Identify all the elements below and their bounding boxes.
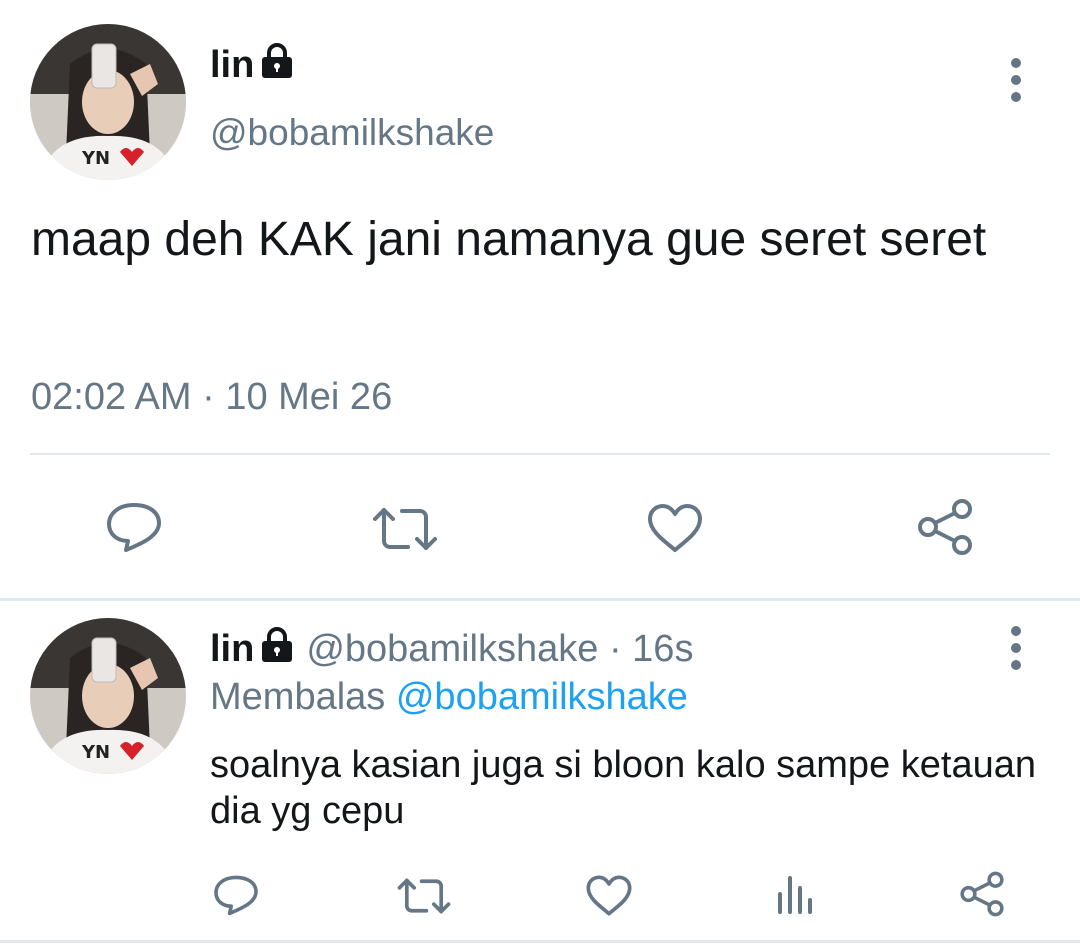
tweet-timestamp[interactable]: 02:02 AM · 10 Mei 26 bbox=[31, 376, 392, 419]
heart-icon bbox=[648, 504, 702, 552]
heart-icon bbox=[586, 875, 632, 916]
analytics-button[interactable] bbox=[776, 874, 816, 916]
reply-button[interactable] bbox=[104, 499, 164, 555]
replying-to-mention[interactable]: @bobamilkshake bbox=[396, 676, 688, 718]
tweet-text: maap deh KAK jani namanya gue seret sere… bbox=[31, 213, 987, 266]
reply-bubble-icon bbox=[214, 875, 258, 916]
divider bbox=[30, 453, 1050, 455]
bar-chart-icon bbox=[778, 876, 812, 914]
author-handle[interactable]: @bobamilkshake bbox=[210, 112, 494, 154]
author-avatar[interactable]: YN bbox=[30, 24, 186, 180]
lock-icon bbox=[262, 43, 293, 78]
avatar-photo: YN bbox=[30, 618, 186, 774]
reply-like-button[interactable] bbox=[585, 874, 633, 917]
share-button[interactable] bbox=[915, 498, 975, 556]
share-icon bbox=[960, 871, 1004, 917]
reply-more-options-icon[interactable] bbox=[1006, 626, 1026, 670]
replying-to-line: Membalas @bobamilkshake bbox=[210, 676, 688, 719]
author-name[interactable]: lin bbox=[210, 43, 294, 87]
retweet-icon bbox=[373, 508, 437, 550]
avatar-photo: YN bbox=[30, 24, 186, 180]
retweet-button[interactable] bbox=[372, 505, 438, 553]
svg-text:YN: YN bbox=[81, 148, 110, 169]
reply-bubble-icon bbox=[107, 503, 161, 552]
svg-text:YN: YN bbox=[81, 742, 110, 763]
lock-icon bbox=[262, 627, 293, 662]
like-button[interactable] bbox=[646, 502, 704, 554]
share-icon bbox=[918, 499, 972, 555]
reply-share-button[interactable] bbox=[958, 871, 1006, 917]
reply-reply-button[interactable] bbox=[212, 872, 260, 918]
author-name-text[interactable]: lin bbox=[210, 44, 254, 86]
reply-time[interactable]: 16s bbox=[632, 628, 693, 670]
section-divider bbox=[0, 598, 1080, 601]
reply-text: soalnya kasian juga si bloon kalo sampe … bbox=[210, 744, 1036, 832]
reply-header: lin @bobamilkshake · 16s bbox=[210, 627, 693, 671]
reply-author-handle[interactable]: @bobamilkshake bbox=[306, 628, 598, 670]
reply-author-name[interactable]: lin bbox=[210, 628, 254, 670]
reply-author-avatar[interactable]: YN bbox=[30, 618, 186, 774]
reply-retweet-button[interactable] bbox=[397, 876, 451, 916]
bottom-divider bbox=[0, 940, 1080, 943]
retweet-icon bbox=[397, 878, 451, 914]
replying-label: Membalas bbox=[210, 676, 386, 718]
header-separator: · bbox=[608, 628, 622, 670]
more-options-icon[interactable] bbox=[1006, 58, 1026, 102]
